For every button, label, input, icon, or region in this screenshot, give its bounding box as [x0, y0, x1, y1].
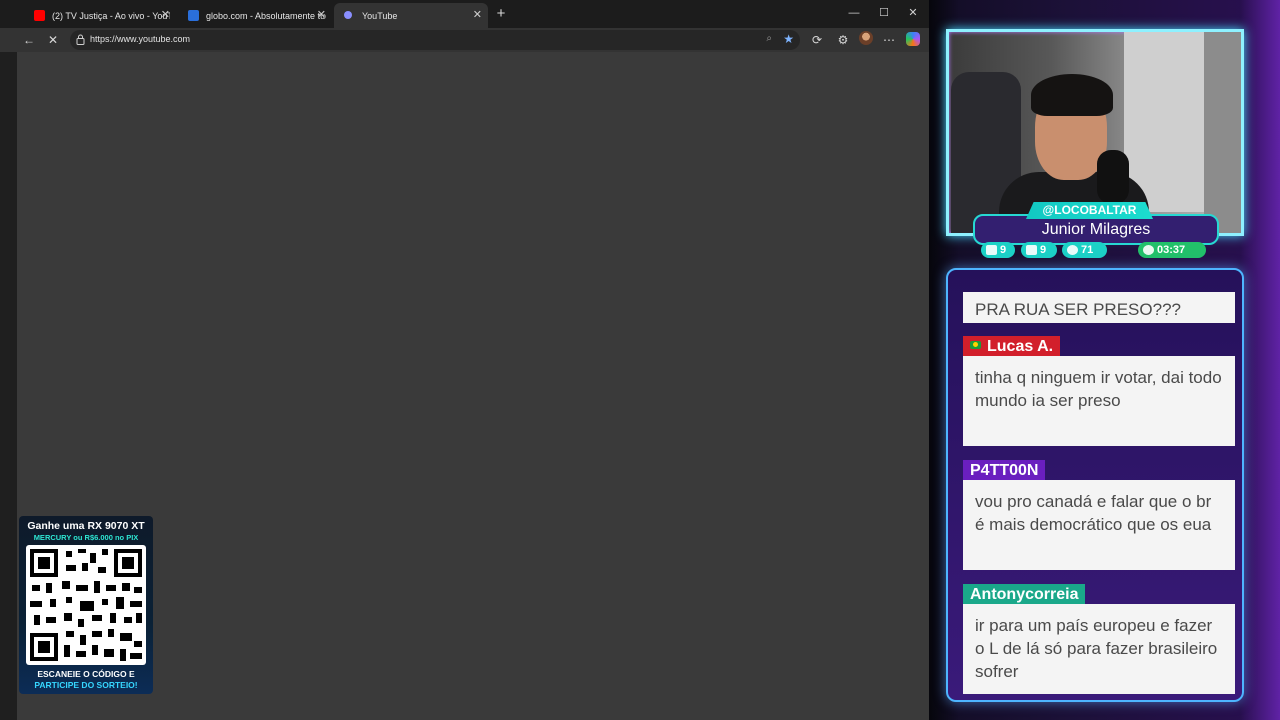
tab-title: YouTube — [362, 10, 398, 21]
brazil-flag-icon — [970, 341, 981, 349]
giveaway-footer-line2: PARTICIPE DO SORTEIO! — [34, 680, 138, 690]
chat-message-partial: PRA RUA SER PRESO??? — [963, 292, 1235, 323]
minimize-icon[interactable]: — — [844, 4, 864, 22]
kick-icon — [1067, 245, 1078, 255]
url-text: https://www.youtube.com — [90, 34, 191, 44]
giveaway-qr-card: Ganhe uma RX 9070 XT MERCURY ou R$6.000 … — [19, 516, 153, 694]
giveaway-subline: MERCURY ou R$6.000 no PIX — [33, 533, 139, 542]
youtube-viewer-count: 9 — [1040, 244, 1047, 256]
giveaway-footer-line1: ESCANEIE O CÓDIGO E — [37, 669, 135, 679]
close-window-icon[interactable]: ✕ — [903, 4, 923, 22]
tab-title: globo.com - Absolutamente tudo — [206, 10, 326, 21]
giveaway-headline: Ganhe uma RX 9070 XT — [27, 520, 145, 532]
youtube-favicon-icon — [34, 10, 45, 21]
chat-username: P4TT00N — [963, 460, 1046, 482]
close-tab-icon[interactable]: ✕ — [161, 8, 170, 21]
site-info-icon[interactable] — [76, 34, 85, 45]
tab-tv-justica[interactable]: (2) TV Justiça - Ao vivo - YouTube ✕ — [24, 3, 176, 28]
twitch-viewers-badge: 9 — [981, 242, 1015, 258]
side-glow — [1240, 0, 1280, 720]
chat-username: Antonycorreia — [963, 584, 1086, 606]
twitch-icon — [986, 245, 997, 255]
tab-title: (2) TV Justiça - Ao vivo - YouTube — [52, 10, 170, 21]
back-icon[interactable]: ← — [20, 31, 38, 49]
clock-icon — [1143, 245, 1154, 255]
qr-code[interactable] — [26, 545, 146, 665]
streamer-hair — [1031, 74, 1113, 116]
copilot-icon[interactable] — [906, 32, 920, 46]
navigation-bar: ← ✕ https://www.youtube.com ⌕ ★ ⟳ ⚙ ⋯ — [0, 28, 929, 52]
maximize-icon[interactable]: ☐ — [874, 4, 894, 22]
youtube-viewers-badge: 9 — [1021, 242, 1057, 258]
twitch-viewer-count: 9 — [1000, 244, 1007, 256]
more-menu-icon[interactable]: ⋯ — [880, 31, 898, 49]
chat-message: ir para um país europeu e fazer o L de l… — [963, 604, 1235, 694]
stream-timer: 03:37 — [1157, 244, 1186, 256]
tab-globo[interactable]: globo.com - Absolutamente tudo ✕ — [178, 3, 332, 28]
chat-message: tinha q ninguem ir votar, dai todo mundo… — [963, 356, 1235, 446]
address-bar[interactable]: https://www.youtube.com ⌕ ★ — [70, 30, 800, 50]
new-tab-button[interactable]: + — [493, 4, 509, 24]
kick-viewers-badge: 71 — [1062, 242, 1107, 258]
globo-favicon-icon — [188, 10, 199, 21]
stream-timer-badge: 03:37 — [1138, 242, 1206, 258]
close-tab-icon[interactable]: ✕ — [317, 8, 326, 21]
background-wall — [1204, 32, 1241, 233]
profile-avatar[interactable] — [859, 31, 873, 45]
chat-message: vou pro canadá e falar que o br é mais d… — [963, 480, 1235, 570]
stop-loading-icon[interactable]: ✕ — [44, 31, 62, 49]
tab-bar: (2) TV Justiça - Ao vivo - YouTube ✕ glo… — [0, 0, 929, 28]
page-viewport — [17, 52, 929, 720]
streamer-handle: @LOCOBALTAR — [1026, 202, 1153, 219]
chat-box: PRA RUA SER PRESO??? Lucas A. tinha q ni… — [946, 268, 1244, 702]
extensions-icon[interactable]: ⟳ — [808, 31, 826, 49]
zoom-icon[interactable]: ⌕ — [766, 33, 772, 44]
close-tab-icon[interactable]: ✕ — [473, 8, 482, 21]
microphone — [1097, 150, 1129, 204]
loading-favicon-icon — [344, 11, 352, 19]
youtube-icon — [1026, 245, 1037, 255]
kick-viewer-count: 71 — [1081, 244, 1094, 256]
chat-username-text: Lucas A. — [987, 338, 1054, 355]
browser-essentials-icon[interactable]: ⚙ — [834, 31, 852, 49]
favorite-star-icon[interactable]: ★ — [783, 32, 794, 46]
chat-username: Lucas A. — [963, 336, 1061, 358]
tab-youtube[interactable]: YouTube ✕ — [334, 3, 488, 28]
